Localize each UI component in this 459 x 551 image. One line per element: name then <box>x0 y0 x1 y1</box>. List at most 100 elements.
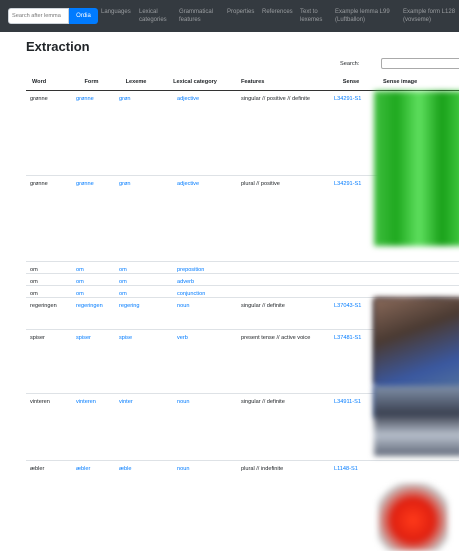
form-link[interactable]: æbler <box>70 461 113 472</box>
lexeme-cell: om <box>113 261 159 274</box>
lexeme-link[interactable]: om <box>113 274 159 285</box>
lexical-category-cell: noun <box>159 297 231 330</box>
lexical-category-link[interactable]: preposition <box>159 262 231 273</box>
sense-image-cell <box>374 298 459 418</box>
word-cell: om <box>30 291 38 297</box>
lexical-category-link[interactable]: adjective <box>159 91 231 102</box>
sense-cell: L34911-S1 <box>328 393 374 461</box>
table-search-input[interactable] <box>381 58 459 69</box>
sense-image-cell <box>374 175 459 262</box>
header-lexical-category[interactable]: Lexical category <box>159 74 231 91</box>
sense-link[interactable]: L34291-S1 <box>328 176 374 187</box>
sense-cell: L37043-S1 <box>328 297 374 330</box>
form-link[interactable]: om <box>70 274 113 285</box>
header-form[interactable]: Form <box>70 74 113 91</box>
table-row: grønne grønne grøn adjective singular // pos… <box>26 90 459 246</box>
lemma-search-input[interactable] <box>8 8 69 24</box>
lexeme-link[interactable]: regering <box>113 298 159 309</box>
ordia-search-button[interactable]: Ordia <box>69 8 98 24</box>
word-cell-cell: om <box>26 285 70 298</box>
form-cell: grønne <box>70 175 113 262</box>
sense-cell <box>328 261 374 274</box>
sense-link[interactable]: L37043-S1 <box>328 298 374 309</box>
sense-link[interactable]: L34291-S1 <box>328 91 374 102</box>
nav-example-form[interactable]: Example form L128 (vovseme) <box>403 8 455 24</box>
lexical-category-link[interactable]: verb <box>159 330 231 341</box>
form-cell: om <box>70 261 113 274</box>
table-row: æbler æbler æble noun plural // indefinite L1… <box>26 460 459 551</box>
sense-cell <box>328 273 374 286</box>
sense-image-cell <box>374 261 459 274</box>
sense-image <box>378 483 448 551</box>
word-cell-cell: grønne <box>26 175 70 262</box>
lexeme-cell: om <box>113 285 159 298</box>
sense-link[interactable] <box>328 286 374 291</box>
word-cell-cell: grønne <box>26 90 70 176</box>
form-cell: om <box>70 285 113 298</box>
nav-properties[interactable]: Properties <box>227 8 254 16</box>
form-link[interactable]: spiser <box>70 330 113 341</box>
sense-cell: L37481-S1 <box>328 329 374 394</box>
table-row: om om om conjunction <box>26 285 459 298</box>
word-cell: grønne <box>30 96 48 102</box>
sense-link[interactable]: L34911-S1 <box>328 394 374 405</box>
lexeme-link[interactable]: vinter <box>113 394 159 405</box>
word-cell-cell: vinteren <box>26 393 70 461</box>
nav-example-lemma[interactable]: Example lemma L99 (Luftballon) <box>335 8 390 24</box>
form-link[interactable]: om <box>70 286 113 297</box>
nav-text-to-lexemes[interactable]: Text to lexemes <box>300 8 322 24</box>
sense-image-cell <box>374 386 459 461</box>
sense-image-cell <box>374 460 459 551</box>
lexeme-link[interactable]: æble <box>113 461 159 472</box>
lexical-category-cell: noun <box>159 393 231 461</box>
features-cell <box>231 274 328 279</box>
form-cell: om <box>70 273 113 286</box>
lexeme-link[interactable]: om <box>113 286 159 297</box>
header-sense[interactable]: Sense <box>328 74 374 91</box>
lexical-category-link[interactable]: adverb <box>159 274 231 285</box>
extraction-table: Word Form Lexeme Lexical category Featur… <box>26 74 459 551</box>
sense-link[interactable]: L1148-S1 <box>328 461 374 472</box>
header-sense-image[interactable]: Sense image <box>374 74 459 91</box>
word-cell-cell: regeringen <box>26 297 70 330</box>
nav-grammatical-features[interactable]: Grammatical features <box>179 8 213 24</box>
lexeme-cell: grøn <box>113 175 159 262</box>
word-cell-cell: om <box>26 273 70 286</box>
lexeme-link[interactable]: grøn <box>113 176 159 187</box>
form-link[interactable]: om <box>70 262 113 273</box>
lexeme-link[interactable]: spise <box>113 330 159 341</box>
sense-link[interactable] <box>328 262 374 267</box>
lexical-category-cell: noun <box>159 460 231 531</box>
lexical-category-link[interactable]: conjunction <box>159 286 231 297</box>
form-cell: regeringen <box>70 297 113 330</box>
header-features[interactable]: Features <box>231 74 328 91</box>
features-cell-cell <box>231 261 328 274</box>
form-link[interactable]: regeringen <box>70 298 113 309</box>
form-link[interactable]: grønne <box>70 176 113 187</box>
lexeme-cell: æble <box>113 460 159 531</box>
features-cell: singular // positive // definite <box>241 96 311 102</box>
nav-lexical-categories[interactable]: Lexical categories <box>139 8 167 24</box>
lexical-category-cell: adjective <box>159 175 231 262</box>
lexical-category-cell: conjunction <box>159 285 231 298</box>
lexical-category-link[interactable]: noun <box>159 461 231 472</box>
word-cell-cell: om <box>26 261 70 274</box>
header-lexeme[interactable]: Lexeme <box>113 74 159 91</box>
lexical-category-cell: preposition <box>159 261 231 274</box>
form-link[interactable]: vinteren <box>70 394 113 405</box>
lexical-category-link[interactable]: noun <box>159 298 231 309</box>
features-cell-cell: plural // positive <box>231 175 328 262</box>
lexeme-link[interactable]: grøn <box>113 91 159 102</box>
sense-cell: L34291-S1 <box>328 175 374 262</box>
nav-references[interactable]: References <box>262 8 293 16</box>
header-word[interactable]: Word <box>26 74 70 91</box>
sense-link[interactable] <box>328 274 374 279</box>
nav-languages[interactable]: Languages <box>101 8 131 16</box>
lexical-category-link[interactable]: noun <box>159 394 231 405</box>
form-link[interactable]: grønne <box>70 91 113 102</box>
lexical-category-link[interactable]: adjective <box>159 176 231 187</box>
lexeme-link[interactable]: om <box>113 262 159 273</box>
table-header-row: Word Form Lexeme Lexical category Featur… <box>26 74 459 91</box>
word-cell: grønne <box>30 181 48 187</box>
sense-link[interactable]: L37481-S1 <box>328 330 374 341</box>
